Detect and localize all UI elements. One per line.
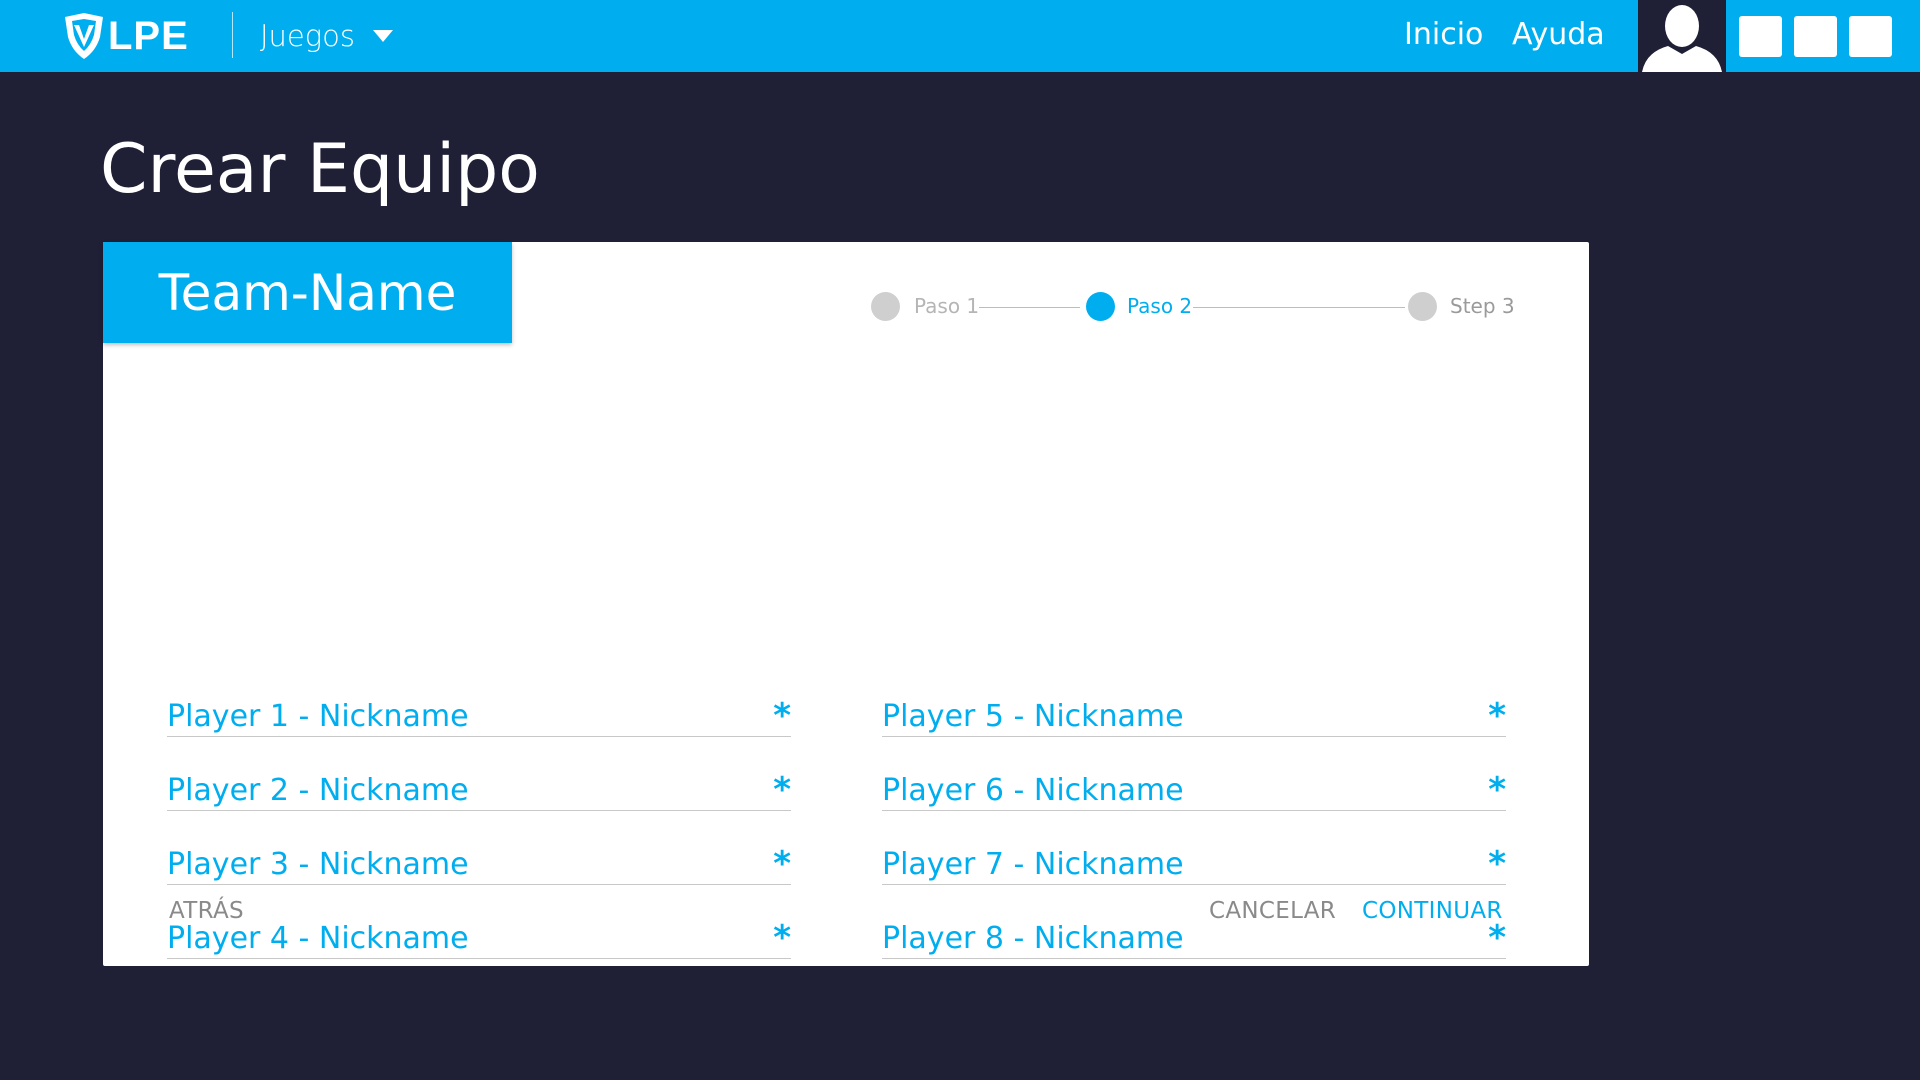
nav-link-help[interactable]: Ayuda (1512, 0, 1605, 72)
required-mark: * (1488, 696, 1506, 736)
cancel-button[interactable]: CANCELAR (1209, 898, 1336, 924)
window-button-3[interactable] (1849, 16, 1892, 57)
player-3-nickname-field[interactable]: Player 3 - Nickname * (167, 839, 791, 885)
step-3-label: Step 3 (1450, 294, 1515, 318)
step-1-label: Paso 1 (914, 294, 980, 318)
required-mark: * (773, 696, 791, 736)
step-2-indicator (1086, 292, 1115, 321)
team-name-tab[interactable]: Team-Name (103, 242, 512, 343)
player-6-nickname-field[interactable]: Player 6 - Nickname * (882, 765, 1506, 811)
player-1-nickname-field[interactable]: Player 1 - Nickname * (167, 691, 791, 737)
nav-link-home[interactable]: Inicio (1404, 0, 1483, 72)
top-navigation-bar: LPE Juegos Inicio Ayuda (0, 0, 1920, 72)
stepper: Paso 1 Paso 2 Step 3 (871, 288, 1521, 324)
avatar[interactable] (1638, 0, 1726, 72)
shield-logo-icon (65, 13, 103, 59)
field-placeholder: Player 6 - Nickname (882, 773, 1184, 808)
back-button[interactable]: ATRÁS (169, 898, 244, 924)
field-placeholder: Player 7 - Nickname (882, 847, 1184, 882)
field-placeholder: Player 4 - Nickname (167, 921, 469, 956)
step-2-label: Paso 2 (1127, 294, 1193, 318)
chevron-down-icon (373, 30, 394, 42)
required-mark: * (1488, 844, 1506, 884)
field-placeholder: Player 3 - Nickname (167, 847, 469, 882)
create-team-card: Team-Name Paso 1 Paso 2 Step 3 Player 1 … (103, 242, 1589, 966)
step-3-indicator (1408, 292, 1437, 321)
player-2-nickname-field[interactable]: Player 2 - Nickname * (167, 765, 791, 811)
window-button-2[interactable] (1794, 16, 1837, 57)
logo[interactable]: LPE (62, 12, 189, 60)
required-mark: * (1488, 770, 1506, 810)
field-placeholder: Player 1 - Nickname (167, 699, 469, 734)
continue-button[interactable]: CONTINUAR (1362, 898, 1503, 924)
step-connector-1 (979, 307, 1080, 308)
window-button-1[interactable] (1739, 16, 1782, 57)
player-5-nickname-field[interactable]: Player 5 - Nickname * (882, 691, 1506, 737)
games-dropdown[interactable]: Juegos (260, 0, 394, 72)
player-4-nickname-field[interactable]: Player 4 - Nickname * (167, 913, 791, 959)
logo-text: LPE (108, 13, 189, 58)
nav-divider (232, 12, 233, 58)
step-1-indicator (871, 292, 900, 321)
page-title: Crear Equipo (100, 130, 540, 209)
required-mark: * (773, 770, 791, 810)
required-mark: * (773, 918, 791, 958)
player-7-nickname-field[interactable]: Player 7 - Nickname * (882, 839, 1506, 885)
required-mark: * (773, 844, 791, 884)
games-dropdown-label: Juegos (260, 19, 356, 53)
field-placeholder: Player 2 - Nickname (167, 773, 469, 808)
step-connector-2 (1193, 307, 1405, 308)
required-mark: * (1488, 918, 1506, 958)
field-placeholder: Player 8 - Nickname (882, 921, 1184, 956)
field-placeholder: Player 5 - Nickname (882, 699, 1184, 734)
user-silhouette-icon (1642, 5, 1722, 72)
